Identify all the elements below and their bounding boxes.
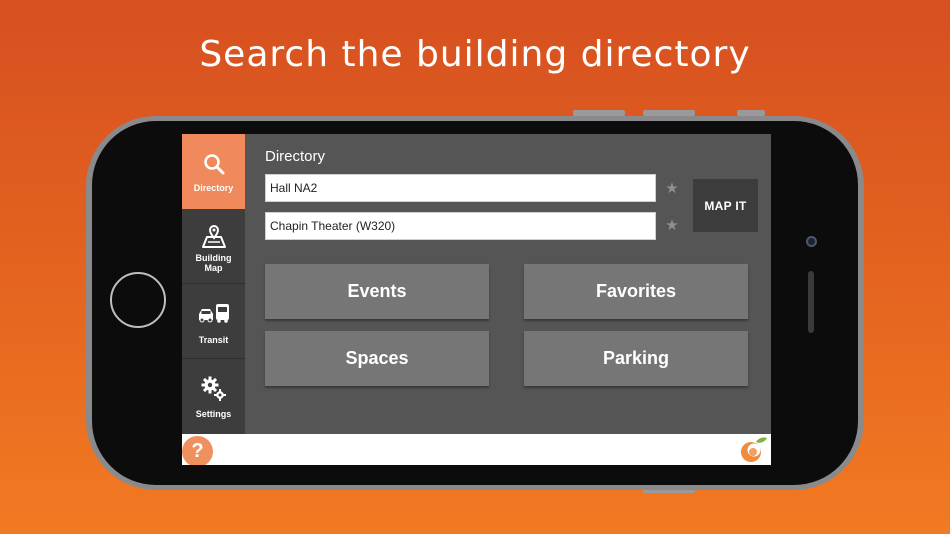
search-icon xyxy=(203,154,224,175)
to-location-input[interactable] xyxy=(265,212,656,240)
spaces-button[interactable]: Spaces xyxy=(265,331,489,386)
sidebar-item-building-map[interactable]: Building Map xyxy=(182,209,245,284)
parking-button[interactable]: Parking xyxy=(524,331,748,386)
sidebar: Directory Building Map Transit Settings xyxy=(182,134,245,434)
favorites-button[interactable]: Favorites xyxy=(524,264,748,319)
map-icon xyxy=(201,225,226,248)
star-icon[interactable]: ★ xyxy=(665,218,679,233)
home-button[interactable] xyxy=(110,272,166,328)
speaker-grille xyxy=(808,271,814,333)
from-location-input[interactable] xyxy=(265,174,656,202)
gears-icon xyxy=(201,376,226,401)
sidebar-item-label: Directory xyxy=(193,183,234,193)
page-title: Directory xyxy=(265,148,326,165)
transit-icon xyxy=(198,304,229,323)
sidebar-item-transit[interactable]: Transit xyxy=(182,284,245,359)
directory-panel: Directory ★ ★ MAP IT Events Favorites Sp… xyxy=(245,134,771,434)
events-button[interactable]: Events xyxy=(265,264,489,319)
sidebar-item-settings[interactable]: Settings xyxy=(182,359,245,434)
app-screen: Directory Building Map Transit Settings … xyxy=(182,134,771,465)
sidebar-item-directory[interactable]: Directory xyxy=(182,134,245,209)
sidebar-item-label-line2: Map xyxy=(204,263,223,273)
sidebar-item-label: Building xyxy=(195,253,232,263)
orange-logo-icon xyxy=(741,437,767,462)
star-icon[interactable]: ★ xyxy=(665,181,679,196)
footer-bar: ? xyxy=(182,434,771,465)
front-camera xyxy=(806,236,817,247)
page-headline: Search the building directory xyxy=(199,34,751,75)
sidebar-item-label: Transit xyxy=(198,335,229,345)
sidebar-item-label: Settings xyxy=(195,409,232,419)
help-button[interactable]: ? xyxy=(182,436,213,465)
map-it-button[interactable]: MAP IT xyxy=(693,179,758,232)
